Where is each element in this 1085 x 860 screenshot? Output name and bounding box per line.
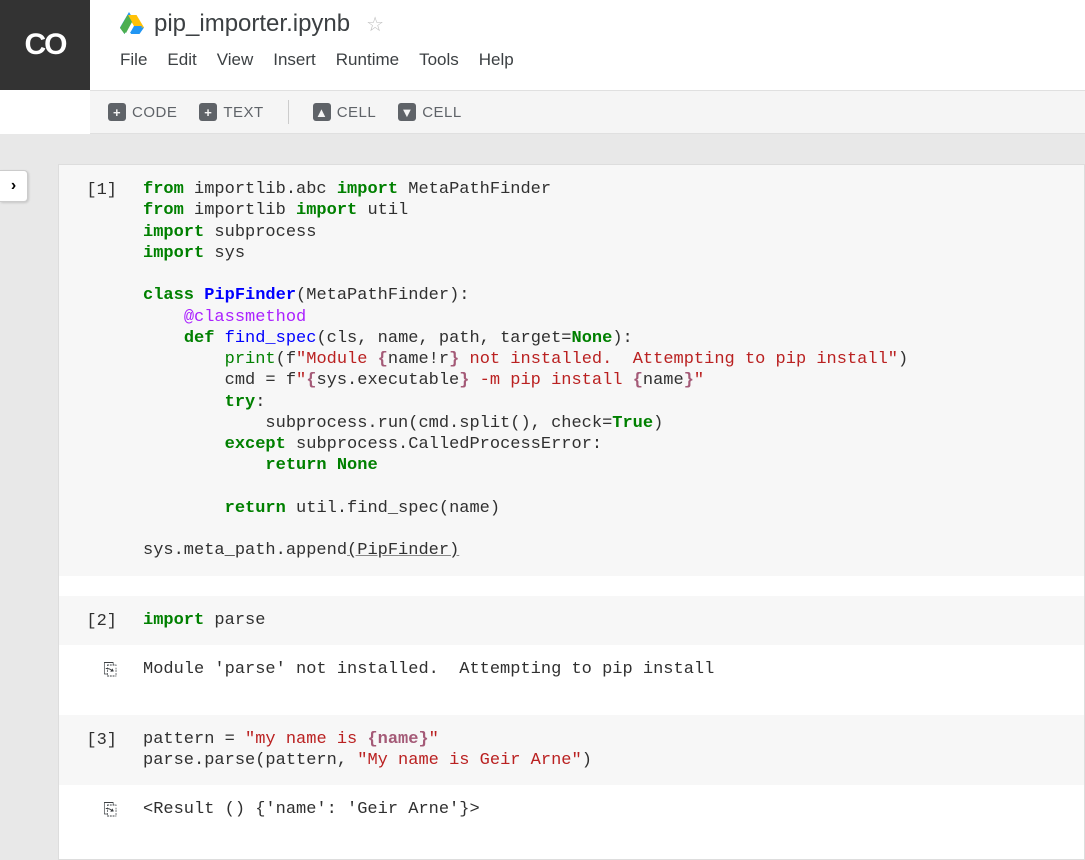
plus-icon: +: [199, 103, 217, 121]
code-cell[interactable]: [3] pattern = "my name is {name}" parse.…: [59, 715, 1084, 786]
arrow-up-icon: ▲: [313, 103, 331, 121]
menu-file[interactable]: File: [120, 50, 147, 70]
menu-tools[interactable]: Tools: [419, 50, 459, 70]
plus-icon: +: [108, 103, 126, 121]
cell-output-content: Module 'parse' not installed. Attempting…: [131, 659, 1084, 681]
code-cell[interactable]: [2] import parse: [59, 596, 1084, 645]
cell-output-content: <Result () {'name': 'Geir Arne'}>: [131, 799, 1084, 821]
move-cell-up-button[interactable]: ▲ CELL: [305, 99, 385, 125]
chevron-right-icon: ›: [11, 177, 16, 195]
cell-code-content[interactable]: import parse: [131, 610, 1084, 631]
output-icon: ⎘: [103, 661, 117, 681]
add-code-cell-button[interactable]: + CODE: [100, 99, 185, 125]
colab-logo[interactable]: CO: [0, 0, 90, 90]
cell-output: ⎘ Module 'parse' not installed. Attempti…: [59, 645, 1084, 695]
cell-code-content[interactable]: from importlib.abc import MetaPathFinder…: [131, 179, 1084, 562]
toolbar-code-label: CODE: [132, 104, 177, 121]
star-icon[interactable]: ☆: [366, 12, 384, 37]
google-drive-icon: [120, 12, 144, 36]
cell-code-content[interactable]: pattern = "my name is {name}" parse.pars…: [131, 729, 1084, 772]
notebook-cells-area: [1] from importlib.abc import MetaPathFi…: [58, 164, 1085, 860]
cell-prompt: [1]: [59, 179, 131, 562]
output-icon: ⎘: [103, 801, 117, 821]
menu-edit[interactable]: Edit: [167, 50, 196, 70]
menu-view[interactable]: View: [217, 50, 254, 70]
move-cell-down-button[interactable]: ▼ CELL: [390, 99, 470, 125]
toolbar-divider: [288, 100, 289, 124]
toolbar: + CODE + TEXT ▲ CELL ▼ CELL: [90, 90, 1085, 134]
menu-help[interactable]: Help: [479, 50, 514, 70]
cell-prompt: [2]: [59, 610, 131, 631]
cell-output: ⎘ <Result () {'name': 'Geir Arne'}>: [59, 785, 1084, 835]
toolbar-cell-down-label: CELL: [422, 104, 462, 121]
cell-prompt: [3]: [59, 729, 131, 772]
sidebar-toggle-button[interactable]: ›: [0, 170, 28, 202]
menu-runtime[interactable]: Runtime: [336, 50, 399, 70]
logo-text: CO: [25, 28, 66, 62]
notebook-filename[interactable]: pip_importer.ipynb: [154, 10, 350, 38]
toolbar-cell-up-label: CELL: [337, 104, 377, 121]
add-text-cell-button[interactable]: + TEXT: [191, 99, 271, 125]
menu-insert[interactable]: Insert: [273, 50, 316, 70]
toolbar-text-label: TEXT: [223, 104, 263, 121]
menu-bar: File Edit View Insert Runtime Tools Help: [120, 46, 1065, 80]
code-cell[interactable]: [1] from importlib.abc import MetaPathFi…: [59, 165, 1084, 576]
arrow-down-icon: ▼: [398, 103, 416, 121]
